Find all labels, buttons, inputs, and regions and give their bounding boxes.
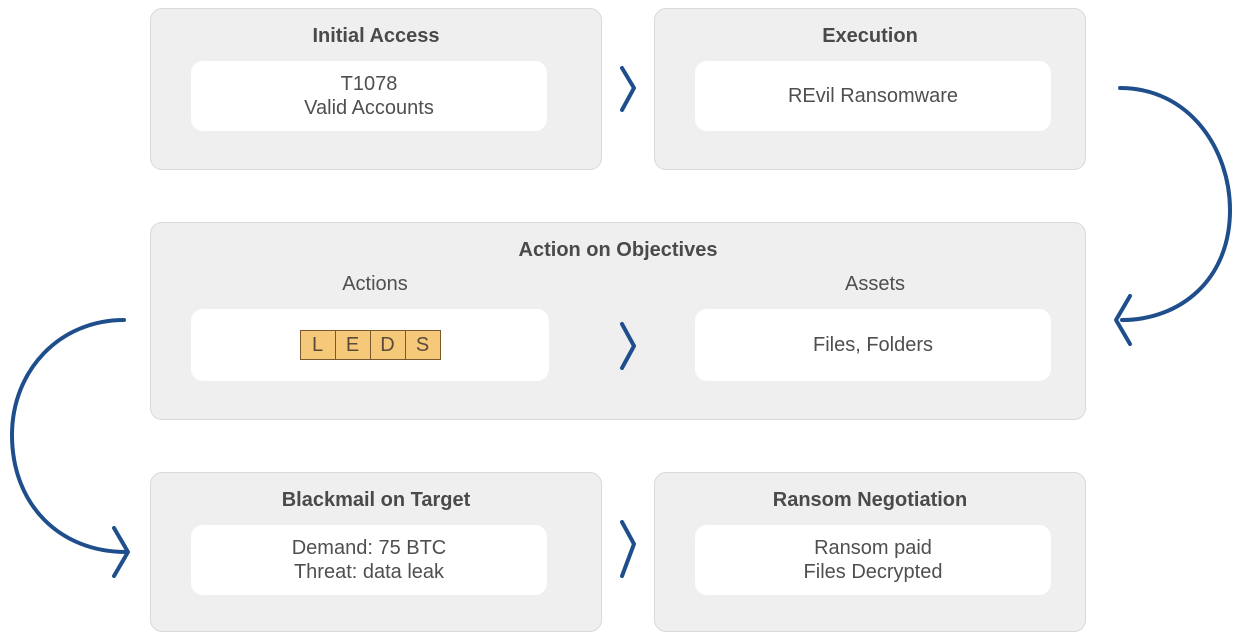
- chevron-right-icon: [620, 66, 636, 112]
- flow-arrows: [10, 66, 1232, 578]
- curved-arrow-left: [10, 318, 128, 554]
- chevron-right-icon: [620, 322, 636, 370]
- curved-arrow-right: [1118, 86, 1232, 322]
- chevron-right-icon: [620, 520, 636, 578]
